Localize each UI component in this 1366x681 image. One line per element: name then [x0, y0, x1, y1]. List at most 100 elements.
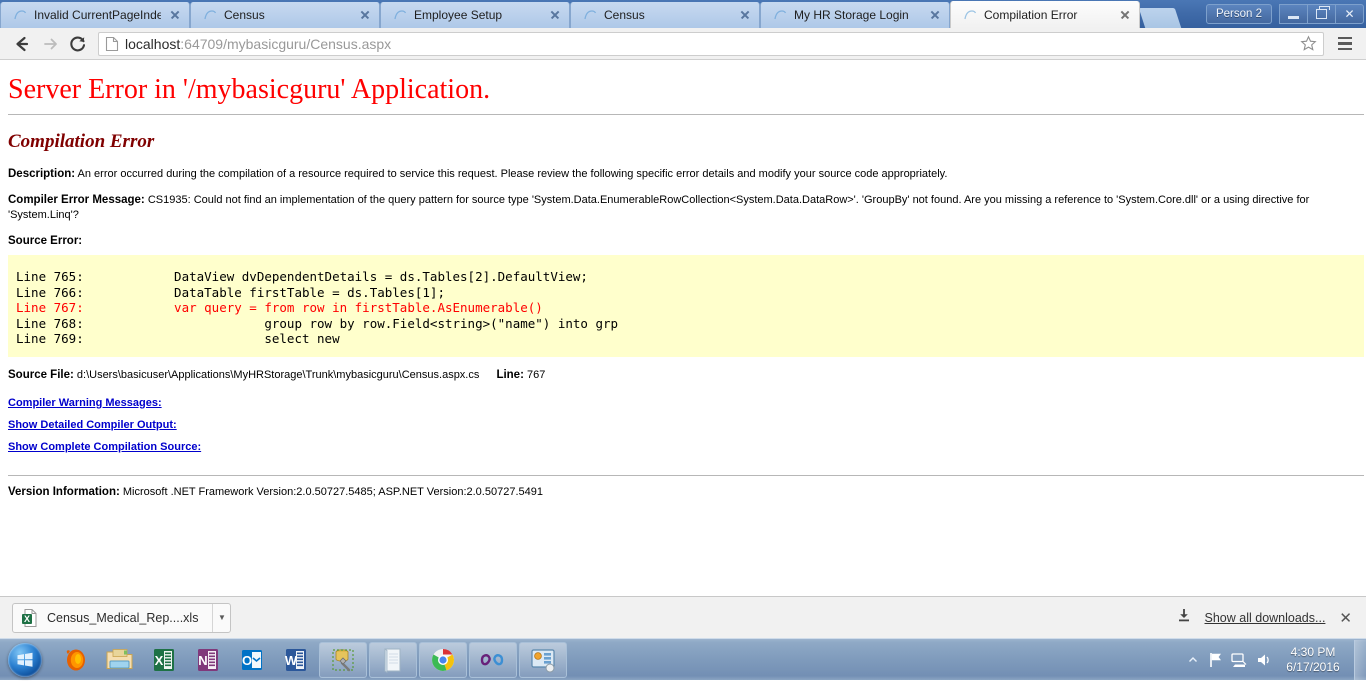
tab-close-icon[interactable] — [737, 7, 753, 23]
description-label: Description: — [8, 168, 76, 180]
taskbar-item-sql-server-tool[interactable] — [319, 641, 367, 678]
tab-title: Compilation Error — [984, 7, 1078, 22]
taskbar-item-firefox[interactable] — [54, 642, 98, 678]
network-button[interactable] — [1228, 648, 1252, 672]
source-file-line: Source File: d:\Users\basicuser\Applicat… — [0, 357, 1366, 381]
url-input[interactable]: localhost:64709/mybasicguru/Census.aspx — [125, 36, 1297, 52]
description-text: An error occurred during the compilation… — [77, 168, 948, 180]
close-download-shelf-button[interactable]: ✕ — [1339, 609, 1352, 627]
taskbar-item-outlook[interactable]: O — [230, 642, 274, 678]
line-label: Line: — [496, 368, 524, 381]
tab-close-icon[interactable] — [167, 7, 183, 23]
restore-button[interactable] — [1307, 4, 1336, 24]
volume-icon — [1258, 654, 1269, 665]
back-button[interactable] — [8, 30, 36, 58]
code-line-number: Line 768: — [16, 315, 84, 331]
download-menu-caret-icon[interactable]: ▼ — [212, 603, 230, 632]
volume-button[interactable] — [1252, 648, 1276, 672]
svg-text:W: W — [285, 653, 298, 668]
profile-label: Person 2 — [1215, 8, 1262, 20]
code-line-text: select new — [83, 331, 340, 346]
page-favicon-icon — [963, 8, 979, 22]
taskbar-item-visual-studio[interactable] — [469, 641, 517, 678]
forward-button[interactable] — [36, 30, 64, 58]
close-icon: ✕ — [1344, 7, 1355, 21]
visual-studio-icon — [480, 653, 504, 665]
code-row: Line 765: DataView dvDependentDetails = … — [16, 269, 588, 284]
tab-title: My HR Storage Login — [794, 8, 909, 22]
tab-close-icon[interactable] — [927, 7, 943, 23]
taskbar-item-file-explorer[interactable] — [98, 642, 142, 678]
taskbar-item-word[interactable]: W — [274, 642, 318, 678]
page-content: Server Error in '/mybasicguru' Applicati… — [0, 60, 1366, 638]
taskbar-clock[interactable]: 4:30 PM 6/17/2016 — [1276, 645, 1350, 675]
download-item[interactable]: X Census_Medical_Rep....xls ▼ — [12, 602, 232, 633]
taskbar-item-remote-desktop[interactable] — [519, 641, 567, 678]
taskbar-item-excel[interactable]: X — [142, 642, 186, 678]
action-center-button[interactable] — [1204, 648, 1228, 672]
browser-tab-1[interactable]: Invalid CurrentPageIndex — [0, 2, 190, 28]
minimize-button[interactable] — [1279, 4, 1308, 24]
download-shelf: X Census_Medical_Rep....xls ▼ Show all d… — [0, 596, 1366, 638]
taskbar-item-chrome[interactable] — [419, 641, 467, 678]
diagnostic-links: Compiler Warning Messages: Show Detailed… — [0, 381, 1366, 453]
excel-icon: X — [154, 648, 174, 671]
source-file-path: d:\Users\basicuser\Applications\MyHRStor… — [76, 368, 480, 381]
window-controls: Person 2 ✕ — [1205, 2, 1364, 26]
start-button[interactable] — [2, 641, 48, 679]
excel-file-icon: X — [21, 608, 39, 628]
line-number-value: 767 — [526, 368, 546, 381]
browser-tab-5[interactable]: My HR Storage Login — [760, 2, 950, 28]
show-all-downloads-link[interactable]: Show all downloads... — [1205, 611, 1326, 625]
tab-close-icon[interactable] — [547, 7, 563, 23]
address-bar[interactable]: localhost:64709/mybasicguru/Census.aspx — [98, 31, 1324, 56]
tab-title: Census — [224, 8, 265, 22]
page-title: Server Error in '/mybasicguru' Applicati… — [8, 74, 491, 105]
sql-server-tool-icon — [332, 648, 354, 671]
version-label: Version Information: — [8, 485, 120, 498]
link-compiler-warning-messages[interactable]: Compiler Warning Messages: — [8, 397, 1358, 409]
download-shelf-actions: Show all downloads... ✕ — [1177, 608, 1358, 627]
svg-text:N: N — [198, 653, 207, 668]
reload-button[interactable] — [64, 30, 92, 58]
browser-tab-4[interactable]: Census — [570, 2, 760, 28]
browser-tab-2[interactable]: Census — [190, 2, 380, 28]
show-desktop-button[interactable] — [1354, 639, 1366, 680]
taskbar-item-onenote[interactable]: N — [186, 642, 230, 678]
browser-titlebar: Invalid CurrentPageIndex Census Employee… — [0, 0, 1366, 28]
remote-desktop-icon — [531, 648, 555, 672]
tab-close-icon[interactable] — [357, 7, 373, 23]
code-line-text: DataView dvDependentDetails = ds.Tables[… — [83, 269, 588, 284]
link-show-detailed-compiler-output[interactable]: Show Detailed Compiler Output: — [8, 419, 1358, 431]
code-line-text: DataTable firstTable = ds.Tables[1]; — [83, 284, 445, 300]
version-text: Microsoft .NET Framework Version:2.0.507… — [122, 485, 543, 498]
browser-toolbar: localhost:64709/mybasicguru/Census.aspx — [0, 28, 1366, 60]
hamburger-menu-icon — [1338, 36, 1352, 40]
profile-button[interactable]: Person 2 — [1205, 4, 1272, 24]
svg-text:O: O — [242, 653, 252, 668]
windows-taskbar: X N O W 4:30 PM 6/17/2016 — [0, 638, 1366, 680]
code-line-number: Line 767: — [16, 300, 84, 315]
version-information-line: Version Information: Microsoft .NET Fram… — [0, 476, 1366, 498]
source-file-label: Source File: — [8, 368, 74, 381]
taskbar-items: X N O W — [54, 641, 568, 678]
code-row: Line 769: select new — [16, 331, 340, 346]
download-arrow-icon — [1177, 608, 1191, 627]
page-document-icon — [105, 36, 119, 52]
page-favicon-icon — [203, 8, 219, 22]
new-tab-button[interactable] — [1138, 8, 1182, 28]
tab-close-icon[interactable] — [1117, 7, 1133, 23]
close-window-button[interactable]: ✕ — [1335, 4, 1364, 24]
browser-tab-6-active[interactable]: Compilation Error — [950, 1, 1140, 28]
page-favicon-icon — [393, 8, 409, 22]
file-explorer-icon — [106, 648, 133, 669]
browser-tab-3[interactable]: Employee Setup — [380, 2, 570, 28]
browser-menu-button[interactable] — [1332, 30, 1358, 58]
code-row-error: Line 767: var query = from row in firstT… — [16, 300, 543, 315]
code-line-number: Line 766: — [16, 284, 84, 300]
link-show-complete-compilation-source[interactable]: Show Complete Compilation Source: — [8, 441, 1358, 453]
bookmark-button[interactable] — [1297, 33, 1319, 55]
taskbar-item-notepad[interactable] — [369, 641, 417, 678]
show-hidden-icons-button[interactable] — [1182, 654, 1204, 666]
firefox-icon — [66, 649, 85, 670]
